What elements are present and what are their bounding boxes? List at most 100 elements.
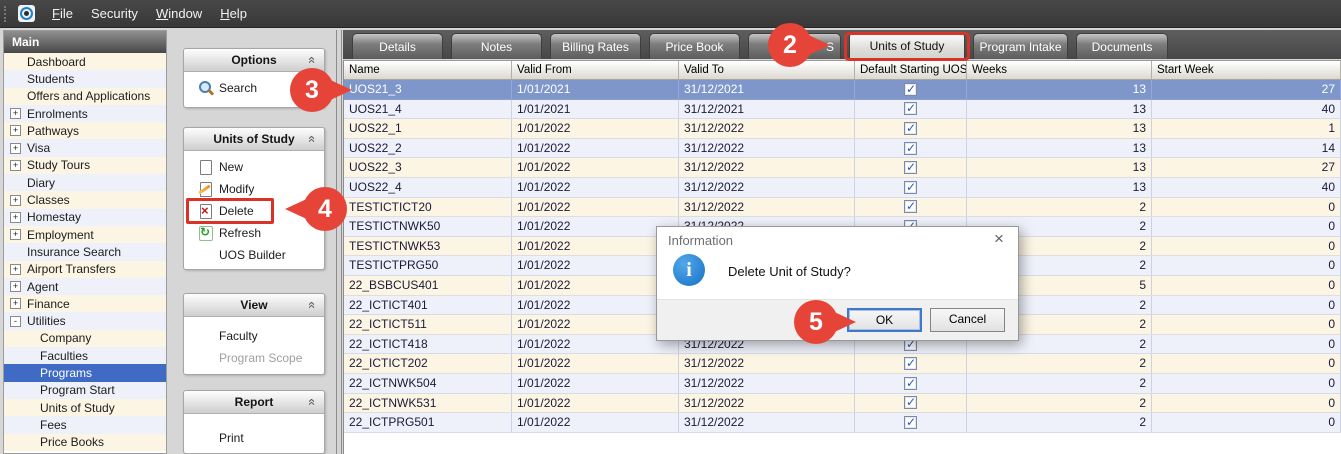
menu-item[interactable]: Help: [211, 0, 256, 27]
table-row[interactable]: 22_ICTICT202 1/01/2022 31/12/2022 2 0: [344, 354, 1341, 374]
menu-item[interactable]: File: [43, 0, 82, 27]
sidebar-tree-item[interactable]: Enrolments: [4, 105, 166, 122]
sidebar-tree-item[interactable]: Utilities: [4, 312, 166, 329]
sidebar-tree-item[interactable]: Visa: [4, 139, 166, 156]
tree-expand-icon[interactable]: [10, 264, 21, 275]
default-starting-uos-checkbox[interactable]: [904, 122, 917, 135]
column-header[interactable]: Start Week: [1152, 61, 1341, 79]
panel-action[interactable]: New: [184, 156, 324, 178]
tree-expand-icon[interactable]: [10, 316, 21, 327]
close-icon[interactable]: ×: [990, 229, 1008, 249]
sidebar-tree-item[interactable]: Employment: [4, 226, 166, 243]
sidebar-tree-item[interactable]: Fees: [4, 416, 166, 433]
panel-action[interactable]: Faculty: [184, 325, 324, 347]
collapse-chevron-icon[interactable]: «: [305, 53, 319, 67]
default-starting-uos-checkbox[interactable]: [904, 377, 917, 390]
cell-start-week: 0: [1152, 296, 1341, 315]
default-starting-uos-checkbox[interactable]: [904, 102, 917, 115]
table-row[interactable]: UOS22_2 1/01/2022 31/12/2022 13 14: [344, 139, 1341, 159]
tab[interactable]: Price Book: [649, 33, 740, 59]
default-starting-uos-checkbox[interactable]: [904, 200, 917, 213]
view-group-header[interactable]: View «: [184, 294, 324, 317]
sidebar-tree-item[interactable]: Company: [4, 330, 166, 347]
sidebar-tree-item[interactable]: Agent: [4, 278, 166, 295]
column-header[interactable]: Default Starting UOS: [855, 61, 967, 79]
tree-expand-icon[interactable]: [10, 195, 21, 206]
menu-item[interactable]: Security: [82, 0, 147, 27]
tree-expand-icon[interactable]: [10, 281, 21, 292]
default-starting-uos-checkbox[interactable]: [904, 142, 917, 155]
cancel-button[interactable]: Cancel: [930, 308, 1005, 332]
sidebar-tree-item[interactable]: Pathways: [4, 122, 166, 139]
sidebar-tree-item[interactable]: Homestay: [4, 209, 166, 226]
sidebar-tree-item[interactable]: Study Tours: [4, 157, 166, 174]
cell-weeks: 13: [967, 158, 1152, 177]
sidebar-tree-item[interactable]: Faculties: [4, 347, 166, 364]
tree-expand-icon[interactable]: [10, 125, 21, 136]
cell-weeks: 2: [967, 354, 1152, 373]
table-row[interactable]: UOS21_4 1/01/2021 31/12/2021 13 40: [344, 100, 1341, 120]
tab[interactable]: Units of Study: [849, 32, 965, 59]
default-starting-uos-checkbox[interactable]: [904, 357, 917, 370]
tree-expand-icon[interactable]: [10, 229, 21, 240]
table-row[interactable]: UOS22_4 1/01/2022 31/12/2022 13 40: [344, 178, 1341, 198]
default-starting-uos-checkbox[interactable]: [904, 181, 917, 194]
sidebar-tree-item[interactable]: Airport Transfers: [4, 261, 166, 278]
sidebar-tree-item[interactable]: Students: [4, 70, 166, 87]
tab[interactable]: Notes: [451, 33, 542, 59]
ok-button[interactable]: OK: [847, 308, 922, 332]
tab[interactable]: Details: [352, 33, 443, 59]
sidebar-tree-item[interactable]: Diary: [4, 174, 166, 191]
sidebar-tree-item[interactable]: Program Start: [4, 382, 166, 399]
sidebar-tree-item[interactable]: Programs: [4, 364, 166, 381]
tab[interactable]: Program Intake: [973, 33, 1068, 59]
panel-action-label: UOS Builder: [219, 248, 286, 262]
default-starting-uos-checkbox[interactable]: [904, 83, 917, 96]
panel-action[interactable]: Print: [184, 427, 324, 449]
table-row[interactable]: 22_ICTNWK531 1/01/2022 31/12/2022 2 0: [344, 394, 1341, 414]
sidebar-tree-item[interactable]: Finance: [4, 295, 166, 312]
collapse-chevron-icon[interactable]: «: [305, 395, 319, 409]
tree-expand-icon[interactable]: [10, 160, 21, 171]
tree-expand-icon[interactable]: [10, 298, 21, 309]
panel-action[interactable]: Refresh: [184, 222, 324, 244]
table-row[interactable]: 22_ICTPRG501 1/01/2022 31/12/2022 2 0: [344, 413, 1341, 433]
default-starting-uos-checkbox[interactable]: [904, 396, 917, 409]
tab[interactable]: Billing Rates: [550, 33, 641, 59]
table-row[interactable]: 22_ICTNWK504 1/01/2022 31/12/2022 2 0: [344, 374, 1341, 394]
column-header[interactable]: Valid To: [679, 61, 855, 79]
sidebar-tree-item[interactable]: Insurance Search: [4, 243, 166, 260]
tree-expand-icon[interactable]: [10, 212, 21, 223]
cell-start-week: 0: [1152, 315, 1341, 334]
table-row[interactable]: TESTICTICT20 1/01/2022 31/12/2022 2 0: [344, 198, 1341, 218]
sidebar-tree-item[interactable]: Offers and Applications: [4, 88, 166, 105]
default-starting-uos-checkbox[interactable]: [904, 416, 917, 429]
sidebar-tree-item[interactable]: Price Books: [4, 434, 166, 451]
sidebar-tree-item[interactable]: Units of Study: [4, 399, 166, 416]
tree-expand-icon[interactable]: [10, 108, 21, 119]
toolbar-grip: [4, 6, 9, 22]
collapse-chevron-icon[interactable]: «: [305, 132, 319, 146]
collapse-chevron-icon[interactable]: «: [305, 298, 319, 312]
sidebar-tree-item[interactable]: Classes: [4, 191, 166, 208]
menu-item[interactable]: Window: [147, 0, 211, 27]
default-starting-uos-checkbox[interactable]: [904, 161, 917, 174]
cell-valid-from: 1/01/2022: [512, 119, 679, 138]
tab[interactable]: Documents: [1076, 33, 1168, 59]
cell-weeks: 13: [967, 100, 1152, 119]
tree-expand-icon[interactable]: [10, 143, 21, 154]
report-group-header[interactable]: Report «: [184, 391, 324, 414]
panel-action[interactable]: UOS Builder: [184, 244, 324, 266]
view-group-body: Faculty Program Scope: [184, 317, 324, 369]
table-row[interactable]: UOS22_1 1/01/2022 31/12/2022 13 1: [344, 119, 1341, 139]
panel-action[interactable]: Program Scope: [184, 347, 324, 369]
table-row[interactable]: UOS22_3 1/01/2022 31/12/2022 13 27: [344, 158, 1341, 178]
column-header[interactable]: Valid From: [512, 61, 679, 79]
cell-valid-to: 31/12/2022: [679, 139, 855, 158]
column-header[interactable]: Weeks: [967, 61, 1152, 79]
cell-name: 22_ICTNWK531: [344, 394, 512, 413]
table-row[interactable]: UOS21_3 1/01/2021 31/12/2021 13 27: [344, 80, 1341, 100]
sidebar-tree-item[interactable]: Dashboard: [4, 53, 166, 70]
column-header[interactable]: Name: [344, 61, 512, 79]
units-of-study-group-header[interactable]: Units of Study «: [184, 128, 324, 151]
